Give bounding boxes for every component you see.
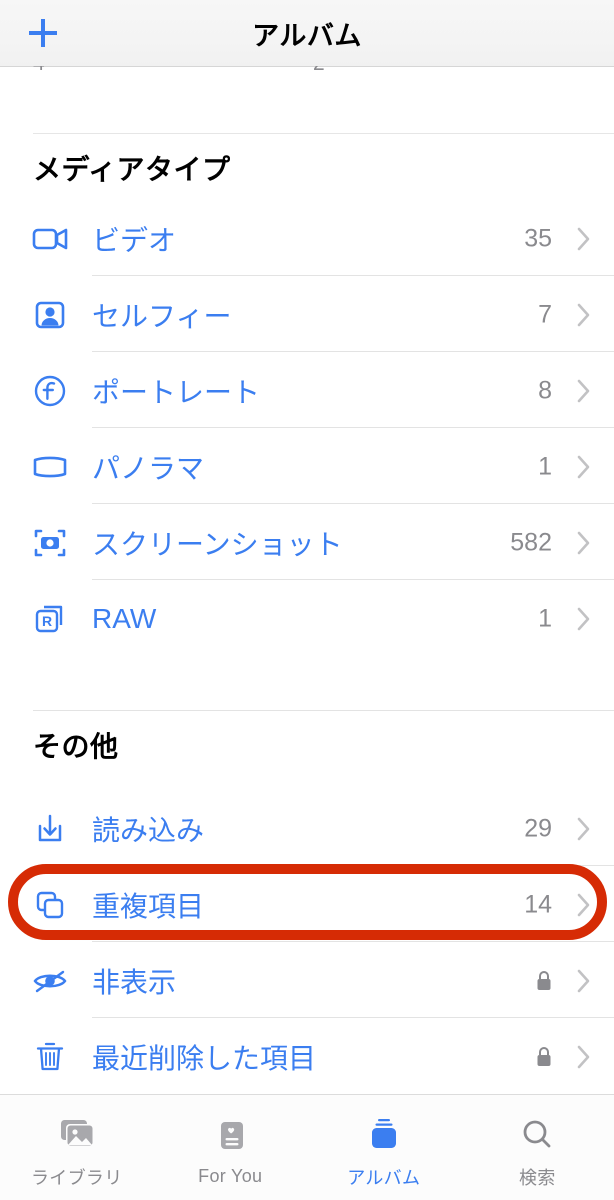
clipped-album-count-right: 2 (313, 66, 325, 76)
selfie-person-icon (28, 293, 72, 337)
duplicates-icon (28, 883, 72, 927)
chevron-right-icon (574, 603, 594, 635)
list-item-count: 1 (538, 604, 552, 633)
chevron-right-icon (574, 375, 594, 407)
list-item-label: スクリーンショット (92, 529, 343, 560)
list-item-recently-deleted[interactable]: 最近削除した項目 (0, 1018, 614, 1096)
tab-bar: ライブラリ For You アルバム 検索 (0, 1094, 614, 1200)
lock-icon (532, 968, 556, 994)
chevron-right-icon (574, 889, 594, 921)
for-you-card-icon (202, 1114, 258, 1160)
list-item-portrait[interactable]: ポートレート 8 (0, 352, 614, 430)
lock-icon (532, 1044, 556, 1070)
video-camera-icon (28, 217, 72, 261)
panorama-icon (28, 445, 72, 489)
list-item-label: 読み込み (92, 815, 205, 846)
magnifier-icon (509, 1112, 565, 1158)
list-item-panoramas[interactable]: パノラマ 1 (0, 428, 614, 506)
list-item-screenshots[interactable]: スクリーンショット 582 (0, 504, 614, 582)
list-item-count: 7 (538, 300, 552, 329)
list-item-label: セルフィー (92, 301, 232, 332)
svg-text:R: R (42, 613, 52, 629)
list-item-selfies[interactable]: セルフィー 7 (0, 276, 614, 354)
list-item-label: ポートレート (92, 377, 261, 408)
clipped-album-count-left: 4 (33, 66, 45, 76)
clipped-album-grid: 4 2 (0, 66, 614, 80)
list-item-count: 582 (510, 528, 552, 557)
list-item-label: 最近削除した項目 (92, 1043, 317, 1074)
list-item-count: 8 (538, 376, 552, 405)
list-item-duplicates[interactable]: 重複項目 14 (0, 866, 614, 944)
list-item-count: 35 (524, 224, 552, 253)
list-item-count: 1 (538, 452, 552, 481)
page-title: アルバム (252, 21, 362, 51)
tab-library[interactable]: ライブラリ (0, 1095, 154, 1200)
section-header-other: その他 (33, 731, 119, 762)
list-item-videos[interactable]: ビデオ 35 (0, 200, 614, 278)
navigation-bar: アルバム (0, 0, 614, 66)
tab-for-you[interactable]: For You (154, 1095, 308, 1200)
list-item-label: 非表示 (92, 967, 177, 998)
chevron-right-icon (574, 1041, 594, 1073)
eye-slash-icon (28, 959, 72, 1003)
list-item-count: 29 (524, 814, 552, 843)
raw-icon: R (28, 597, 72, 641)
chevron-right-icon (574, 223, 594, 255)
photos-albums-screen: アルバム 4 2 メディアタイプ ビデオ 35 セ (0, 0, 614, 1200)
photo-stack-icon (49, 1112, 105, 1158)
list-item-count: 14 (524, 890, 552, 919)
chevron-right-icon (574, 527, 594, 559)
chevron-right-icon (574, 451, 594, 483)
list-item-raw[interactable]: R RAW 1 (0, 580, 614, 658)
list-item-label: RAW (92, 603, 157, 634)
list-item-label: 重複項目 (92, 891, 205, 922)
list-item-label: ビデオ (92, 225, 177, 256)
section-divider-other (33, 710, 614, 711)
tab-search[interactable]: 検索 (461, 1095, 614, 1200)
tab-label: アルバム (347, 1167, 421, 1188)
chevron-right-icon (574, 965, 594, 997)
list-item-hidden[interactable]: 非表示 (0, 942, 614, 1020)
section-divider-top (33, 133, 614, 134)
tab-label: For You (198, 1166, 263, 1186)
tab-label: ライブラリ (31, 1167, 123, 1188)
import-download-icon (28, 807, 72, 851)
list-item-imports[interactable]: 読み込み 29 (0, 790, 614, 868)
portrait-f-icon (28, 369, 72, 413)
chevron-right-icon (574, 299, 594, 331)
chevron-right-icon (574, 813, 594, 845)
section-header-media-types: メディアタイプ (33, 154, 231, 185)
tab-albums[interactable]: アルバム (307, 1095, 461, 1200)
list-item-label: パノラマ (92, 453, 205, 484)
trash-icon (28, 1035, 72, 1079)
tab-label: 検索 (518, 1167, 556, 1188)
screenshot-icon (28, 521, 72, 565)
albums-icon (356, 1112, 412, 1158)
